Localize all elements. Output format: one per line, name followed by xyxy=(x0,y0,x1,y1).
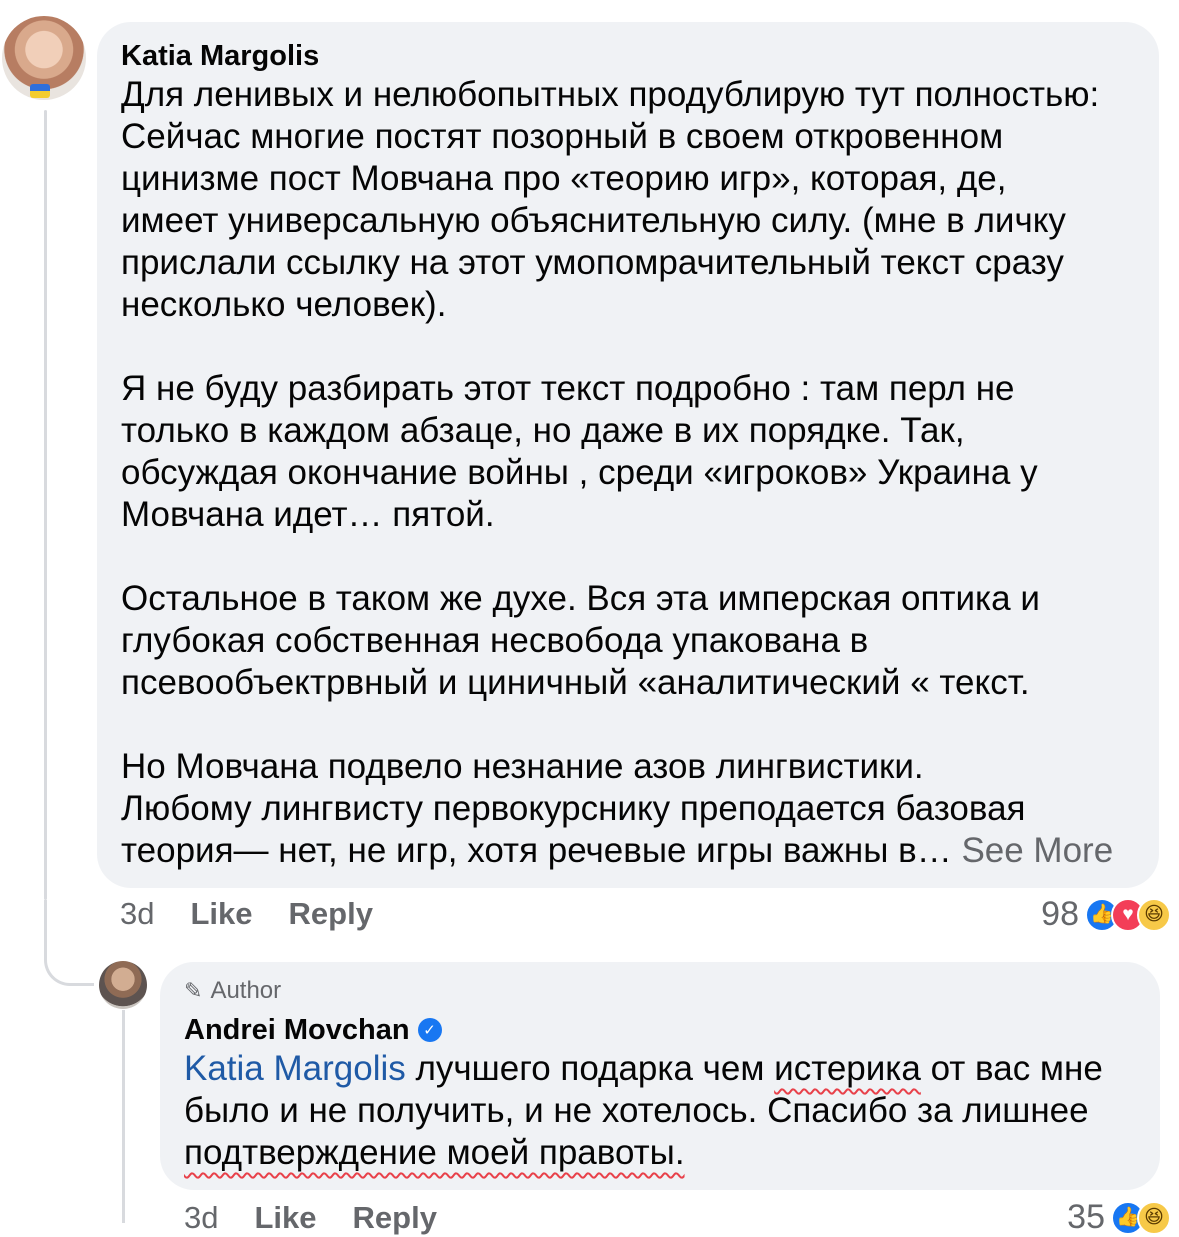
comment-time[interactable]: 3d xyxy=(120,896,154,931)
comment-line: прислали ссылку на этот умопомрачительны… xyxy=(121,243,1064,282)
author-badge: ✎ Author xyxy=(184,976,1136,1006)
reply-time[interactable]: 3d xyxy=(184,1200,218,1235)
comment-line: Для ленивых и нелюбопытных продублирую т… xyxy=(121,75,1100,114)
underlined-phrase: подтверждение моей правоты. xyxy=(184,1133,685,1172)
comment-line: только в каждом абзаце, но даже в их пор… xyxy=(121,411,965,450)
reaction-count: 98 xyxy=(1041,895,1079,933)
reply-bubble: ✎ Author Andrei Movchan ✓ Katia Margolis … xyxy=(160,962,1160,1190)
ukraine-flag-icon xyxy=(30,84,50,98)
comment-line: Мовчана идет… пятой. xyxy=(121,495,495,534)
comment-line-last: теория— нет, не игр, хотя речевые игры в… xyxy=(121,830,1135,872)
reply-line: было и не получить, и не хотелось. Спаси… xyxy=(184,1091,1089,1130)
comment-line: Любому лингвисту первокурснику преподает… xyxy=(121,789,1026,828)
comment-line: Сейчас многие постят позорный в своем от… xyxy=(121,117,1004,156)
comment-line: Но Мовчана подвело незнание азов лингвис… xyxy=(121,747,924,786)
comment-line: Я не буду разбирать этот текст подробно … xyxy=(121,369,1015,408)
comment-line: Остальное в таком же духе. Вся эта импер… xyxy=(121,579,1040,618)
comment-body: Для ленивых и нелюбопытных продублирую т… xyxy=(121,74,1135,872)
reply-actions: 3d Like Reply xyxy=(184,1200,473,1236)
reply-text: лучшего подарка чем xyxy=(405,1049,775,1088)
comment-line: глубокая собственная несвобода упакована… xyxy=(121,621,869,660)
comment-line: несколько человек). xyxy=(121,285,447,324)
reaction-count: 35 xyxy=(1067,1198,1105,1236)
reply-author[interactable]: Andrei Movchan xyxy=(184,1012,410,1048)
comment-line: имеет универсальную объяснительную силу.… xyxy=(121,201,1066,240)
haha-icon: 😆 xyxy=(1137,1200,1171,1235)
comment-line: обсуждая окончание войны , среди «игроко… xyxy=(121,453,1038,492)
comment-actions: 3d Like Reply xyxy=(120,896,409,932)
comment-bubble: Katia Margolis Для ленивых и нелюбопытны… xyxy=(97,22,1159,888)
thread-line-reply xyxy=(122,1010,125,1223)
reply-button[interactable]: Reply xyxy=(289,896,373,931)
avatar-andrei-movchan[interactable] xyxy=(99,961,147,1009)
pen-icon: ✎ xyxy=(184,978,203,1003)
reply-body: Katia Margolis лучшего подарка чем истер… xyxy=(184,1048,1136,1174)
reply-reactions-summary[interactable]: 35 👍 😆 xyxy=(1067,1198,1171,1237)
see-more-link[interactable]: See More xyxy=(961,831,1113,870)
haha-icon: 😆 xyxy=(1137,897,1171,932)
like-button[interactable]: Like xyxy=(190,896,252,931)
comment-line: теория— нет, не игр, хотя речевые игры в… xyxy=(121,831,962,870)
verified-icon: ✓ xyxy=(417,1018,442,1042)
reactions-summary[interactable]: 98 👍 ♥ 😆 xyxy=(1041,895,1171,934)
mention-link[interactable]: Katia Margolis xyxy=(184,1049,406,1088)
underlined-word: истерика xyxy=(774,1049,921,1088)
thread-line xyxy=(44,110,47,900)
comment-line: цинизме пост Мовчана про «теорию игр», к… xyxy=(121,159,1007,198)
author-badge-label: Author xyxy=(210,977,282,1004)
comment-line: псевообъектрвный и циничный «аналитическ… xyxy=(121,663,1030,702)
reply-button[interactable]: Reply xyxy=(353,1200,437,1235)
comment-author[interactable]: Katia Margolis xyxy=(121,38,1135,74)
reply-text: от вас мне xyxy=(920,1049,1103,1088)
like-button[interactable]: Like xyxy=(254,1200,316,1235)
thread-connector xyxy=(44,900,94,986)
